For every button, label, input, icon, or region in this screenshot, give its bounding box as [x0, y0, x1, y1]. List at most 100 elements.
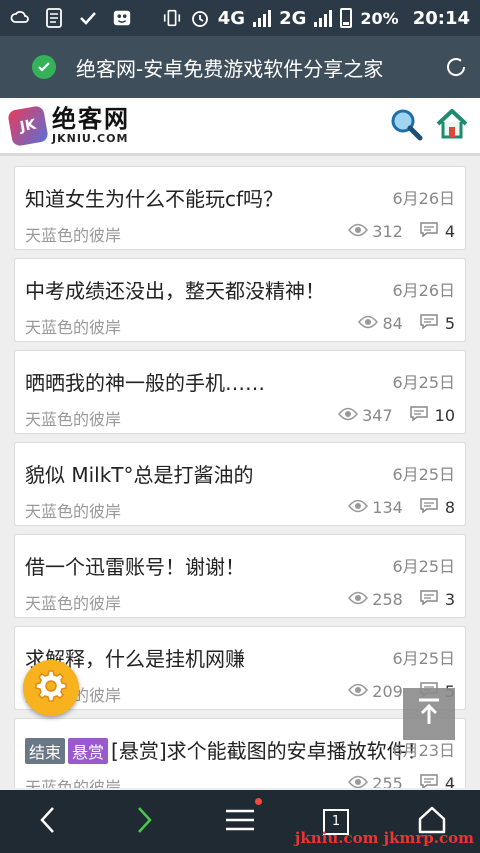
site-logo[interactable]: JK 绝客网 JKNIU.COM	[7, 104, 130, 147]
eye-icon	[348, 222, 369, 241]
signal-icon	[314, 9, 333, 27]
view-count: 312	[372, 221, 403, 241]
logo-name: 绝客网	[52, 104, 130, 133]
view-count: 258	[372, 589, 403, 609]
post-title-text: 借一个迅雷账号！谢谢！	[25, 555, 245, 579]
eye-icon	[338, 406, 359, 425]
comment-icon	[419, 589, 439, 609]
post-title-text: [悬赏]求个能截图的安卓播放软件！	[111, 739, 427, 763]
post-author[interactable]: 天蓝色的彼岸	[25, 314, 121, 338]
weather-icon	[10, 8, 30, 28]
address-bar[interactable]: 绝客网-安卓免费游戏软件分享之家	[0, 36, 480, 98]
forward-icon	[134, 805, 154, 839]
comment-icon	[419, 773, 439, 788]
comment-count: 4	[444, 773, 455, 789]
menu-icon	[225, 808, 255, 836]
list-item[interactable]: 求解释，什么是挂机网赚6月25日天蓝色的彼岸2095	[14, 626, 466, 710]
post-date: 6月25日	[392, 557, 455, 576]
list-item[interactable]: 借一个迅雷账号！谢谢！ 6月25日天蓝色的彼岸 258 3	[14, 534, 466, 618]
eye-icon	[348, 590, 369, 609]
list-item[interactable]: 结束 悬赏 [悬赏]求个能截图的安卓播放软件！ 6月23日天蓝色的彼岸 255 4	[14, 718, 466, 788]
post-date: 6月25日	[392, 465, 455, 484]
search-icon[interactable]	[388, 106, 424, 146]
back-button[interactable]	[0, 790, 96, 853]
view-count: 347	[362, 405, 393, 425]
post-stats: 312 4	[348, 221, 455, 241]
post-author[interactable]: 天蓝色的彼岸	[25, 774, 121, 788]
comment-count: 3	[444, 589, 455, 609]
battery-icon	[340, 8, 353, 28]
eye-icon	[348, 682, 369, 701]
forward-button[interactable]	[96, 790, 192, 853]
network-4g-label: 4G	[217, 7, 246, 29]
list-item[interactable]: 知道女生为什么不能玩cf吗？ 6月26日天蓝色的彼岸 312 4	[14, 166, 466, 250]
battery-level: 20%	[360, 8, 399, 28]
logo-badge: JK	[7, 104, 49, 147]
post-date: 6月25日	[392, 373, 455, 392]
signal-icon	[253, 9, 272, 27]
view-count: 255	[372, 773, 403, 789]
post-stats: 347 10	[338, 405, 455, 425]
site-header: JK 绝客网 JKNIU.COM	[0, 98, 480, 156]
post-title[interactable]: 借一个迅雷账号！谢谢！	[25, 551, 245, 580]
post-title-text: 貌似 MilkT°总是打酱油的	[25, 463, 254, 487]
post-title[interactable]: 结束 悬赏 [悬赏]求个能截图的安卓播放软件！	[25, 735, 427, 764]
post-date: 6月26日	[392, 189, 455, 208]
view-count: 134	[372, 497, 403, 517]
logo-domain: JKNIU.COM	[52, 132, 129, 145]
comment-count: 8	[444, 497, 455, 517]
home-icon[interactable]	[434, 106, 470, 146]
gear-icon	[33, 668, 69, 708]
comment-icon	[419, 313, 439, 333]
post-title[interactable]: 中考成绩还没出，整天都没精神！	[25, 275, 325, 304]
post-title-text: 晒晒我的神一般的手机……	[25, 371, 265, 395]
post-title[interactable]: 知道女生为什么不能玩cf吗？	[25, 183, 283, 212]
comment-count: 4	[444, 221, 455, 241]
comment-icon	[409, 405, 429, 425]
post-title-text: 中考成绩还没出，整天都没精神！	[25, 279, 325, 303]
menu-button[interactable]	[192, 790, 288, 853]
browser-bottom-nav: 1 jkniu.com jkmrp.com	[0, 790, 480, 853]
post-stats: 84 5	[358, 313, 455, 333]
vibrate-icon	[162, 8, 182, 28]
post-author[interactable]: 天蓝色的彼岸	[25, 222, 121, 246]
list-item[interactable]: 中考成绩还没出，整天都没精神！ 6月26日天蓝色的彼岸 84 5	[14, 258, 466, 342]
post-title[interactable]: 晒晒我的神一般的手机……	[25, 367, 265, 396]
post-tag: 悬赏	[68, 738, 109, 764]
status-bar: 4G 2G 20% 20:14	[0, 0, 480, 36]
post-date: 6月23日	[392, 741, 455, 760]
eye-icon	[348, 498, 369, 517]
post-author[interactable]: 天蓝色的彼岸	[25, 406, 121, 430]
eye-icon	[358, 314, 379, 333]
view-count: 209	[372, 681, 403, 701]
post-tag: 结束	[25, 738, 66, 764]
back-to-top-button[interactable]	[403, 688, 455, 740]
reload-icon[interactable]	[444, 55, 468, 79]
secure-check-icon	[32, 55, 56, 79]
comment-icon	[419, 497, 439, 517]
comment-icon	[419, 221, 439, 241]
robot-icon	[112, 8, 132, 28]
post-title[interactable]: 貌似 MilkT°总是打酱油的	[25, 459, 254, 488]
clock: 20:14	[412, 7, 470, 29]
post-author[interactable]: 天蓝色的彼岸	[25, 498, 121, 522]
list-item[interactable]: 貌似 MilkT°总是打酱油的 6月25日天蓝色的彼岸 134 8	[14, 442, 466, 526]
comment-count: 5	[444, 313, 455, 333]
post-stats: 255 4	[348, 773, 455, 788]
notification-dot	[255, 798, 262, 805]
sim-icon	[44, 8, 64, 28]
view-count: 84	[382, 313, 403, 333]
post-author[interactable]: 天蓝色的彼岸	[25, 590, 121, 614]
check-icon	[78, 8, 98, 28]
post-stats: 134 8	[348, 497, 455, 517]
eye-icon	[348, 774, 369, 789]
post-date: 6月26日	[392, 281, 455, 300]
post-date: 6月25日	[392, 649, 455, 668]
settings-fab[interactable]	[23, 660, 79, 716]
post-stats: 258 3	[348, 589, 455, 609]
alarm-icon	[190, 8, 210, 28]
page-title[interactable]: 绝客网-安卓免费游戏软件分享之家	[76, 53, 383, 82]
arrow-up-icon	[416, 697, 442, 731]
post-title-text: 知道女生为什么不能玩cf吗？	[25, 187, 284, 211]
list-item[interactable]: 晒晒我的神一般的手机…… 6月25日天蓝色的彼岸 347 10	[14, 350, 466, 434]
